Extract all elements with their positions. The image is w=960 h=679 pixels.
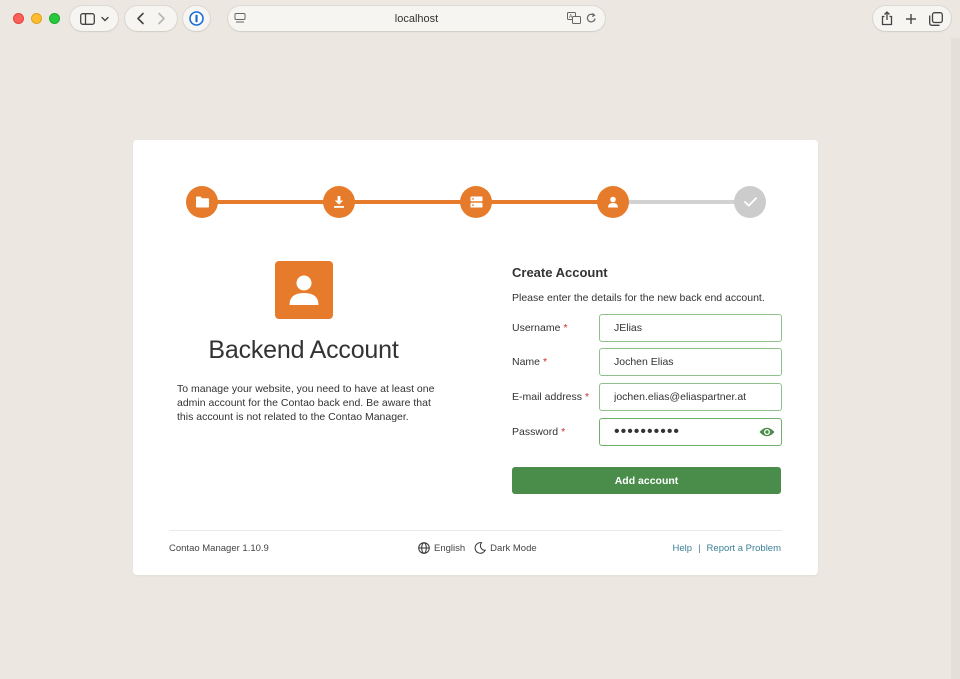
reload-icon[interactable]: [586, 12, 597, 24]
page-title: Backend Account: [208, 336, 399, 364]
form-title: Create Account: [512, 265, 608, 280]
page-menu-icon[interactable]: [234, 12, 246, 24]
step-5: [734, 186, 766, 218]
tab-overview-icon[interactable]: [929, 11, 943, 26]
chevron-down-icon: [100, 16, 109, 22]
report-problem-link[interactable]: Report a Problem: [707, 543, 781, 554]
browser-toolbar: localhost A: [0, 0, 960, 38]
step-connector: [476, 200, 613, 204]
password-manager-button[interactable]: [183, 6, 210, 31]
help-link[interactable]: Help: [673, 543, 693, 554]
window-edge: [951, 38, 960, 679]
sidebar-icon: [79, 12, 95, 25]
version-text: Contao Manager 1.10.9: [169, 543, 269, 554]
footer-options: English Dark Mode: [418, 542, 546, 554]
globe-icon: [418, 542, 430, 554]
show-password-icon[interactable]: [759, 425, 775, 443]
forward-button[interactable]: [157, 12, 166, 25]
download-icon: [334, 196, 344, 208]
required-marker: *: [563, 322, 568, 334]
close-window-button[interactable]: [13, 13, 24, 24]
step-connector: [202, 200, 339, 204]
email-field[interactable]: [599, 383, 782, 411]
username-label: Username *: [512, 322, 568, 334]
share-icon[interactable]: [881, 11, 893, 26]
chevron-left-icon: [137, 12, 144, 25]
user-icon: [608, 196, 618, 208]
step-1: [186, 186, 218, 218]
name-field[interactable]: [599, 348, 782, 376]
password-row: Password *: [512, 418, 782, 446]
toolbar-actions: [873, 6, 951, 31]
sidebar-toggle-button[interactable]: [70, 6, 118, 31]
dark-mode-label: Dark Mode: [490, 542, 537, 554]
minimize-window-button[interactable]: [31, 13, 42, 24]
back-button[interactable]: [136, 12, 145, 25]
required-marker: *: [561, 426, 566, 438]
name-label: Name *: [512, 356, 548, 368]
check-icon: [743, 197, 757, 207]
required-marker: *: [585, 391, 590, 403]
zoom-window-button[interactable]: [49, 13, 60, 24]
setup-card: Backend Account To manage your website, …: [133, 140, 818, 575]
footer-links: Help | Report a Problem: [673, 543, 781, 554]
account-user-icon: [275, 261, 333, 319]
email-row: E-mail address *: [512, 383, 782, 411]
new-tab-icon[interactable]: [905, 13, 917, 25]
moon-icon: [474, 542, 487, 554]
url-text: localhost: [394, 12, 439, 25]
required-marker: *: [543, 356, 548, 368]
footer-divider: [169, 530, 782, 531]
add-account-button[interactable]: Add account: [512, 467, 781, 494]
svg-text:A: A: [569, 14, 573, 20]
page-description: To manage your website, you need to have…: [177, 383, 435, 423]
name-row: Name *: [512, 348, 782, 376]
navigation-buttons: [125, 6, 177, 31]
step-progress: [186, 186, 766, 218]
email-label: E-mail address *: [512, 391, 590, 403]
server-icon: [470, 196, 482, 208]
step-2: [323, 186, 355, 218]
password-label: Password *: [512, 426, 566, 438]
language-label: English: [434, 542, 466, 554]
address-bar[interactable]: localhost A: [228, 6, 605, 31]
language-selector[interactable]: English: [418, 542, 465, 554]
password-manager-icon: [189, 11, 204, 26]
password-field[interactable]: [599, 418, 782, 446]
username-row: Username *: [512, 314, 782, 342]
chevron-right-icon: [158, 12, 165, 25]
folder-icon: [195, 196, 209, 208]
form-description: Please enter the details for the new bac…: [512, 292, 765, 304]
link-separator: |: [698, 543, 701, 554]
step-3: [460, 186, 492, 218]
step-4: [597, 186, 629, 218]
username-field[interactable]: [599, 314, 782, 342]
step-connector: [339, 200, 476, 204]
translate-icon[interactable]: A: [567, 12, 581, 24]
step-connector: [613, 200, 750, 204]
dark-mode-toggle[interactable]: Dark Mode: [474, 542, 537, 554]
